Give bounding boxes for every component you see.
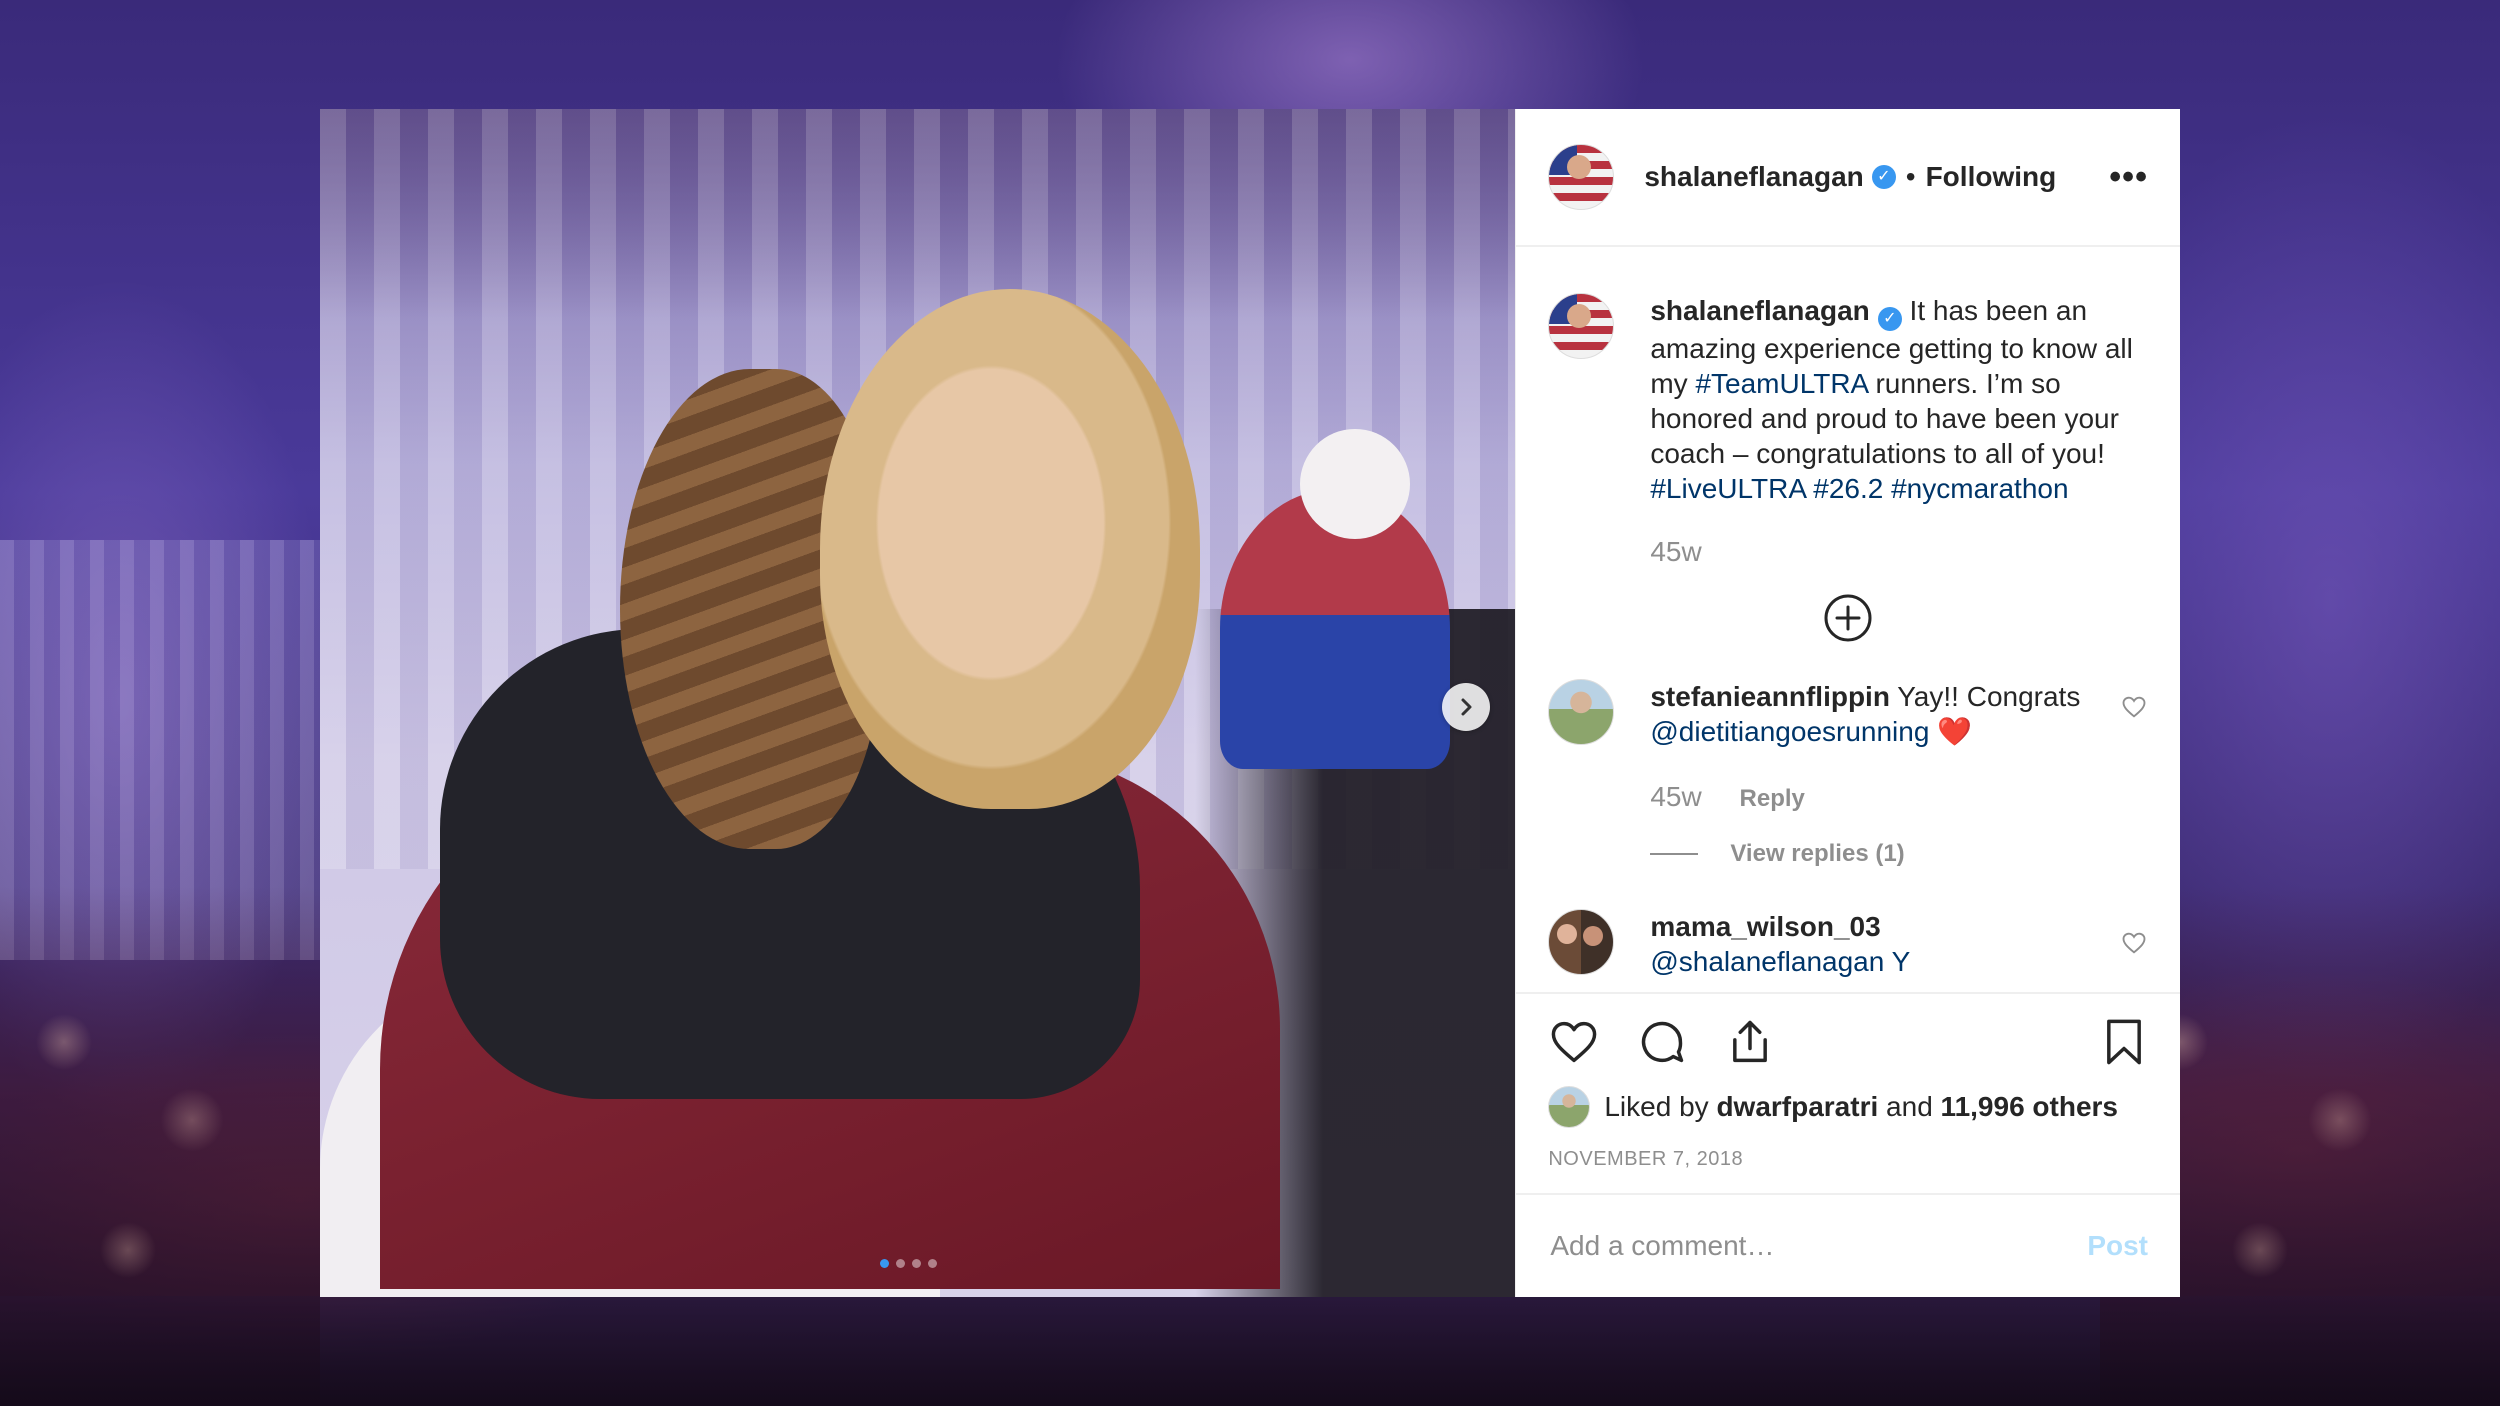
likes-prefix: Liked by — [1604, 1091, 1709, 1122]
red-heart-emoji: ❤️ — [1937, 716, 1973, 747]
comment-like-icon[interactable] — [2120, 929, 2148, 957]
post-modal: shalaneflanagan ✓ • Following ••• shalan… — [320, 109, 2180, 1297]
comment-icon[interactable] — [1636, 1016, 1688, 1068]
load-more-comments-button[interactable] — [1548, 593, 2148, 643]
carousel-indicator — [880, 1259, 937, 1268]
caption-timestamp[interactable]: 45w — [1650, 534, 2148, 569]
commenter-avatar[interactable] — [1548, 679, 1615, 745]
share-icon[interactable] — [1724, 1016, 1776, 1068]
add-comment-bar: Post — [1516, 1193, 2180, 1297]
commenter-avatar[interactable] — [1548, 909, 1615, 975]
separator-bullet: • — [1905, 161, 1916, 192]
view-replies-label: View replies (1) — [1730, 840, 1905, 867]
post-photo[interactable] — [320, 109, 1516, 1297]
comment-text: @shalaneflanagan Y — [1650, 946, 1911, 977]
hashtag-link[interactable]: #26.2 — [1813, 473, 1883, 504]
commenter-username[interactable]: mama_wilson_03 — [1650, 911, 1880, 942]
post-actions: Liked by dwarfparatri and 11,996 others … — [1516, 992, 2180, 1171]
bookmark-icon[interactable] — [2098, 1016, 2150, 1068]
verified-badge-icon: ✓ — [1871, 165, 1896, 189]
liker-avatar[interactable] — [1548, 1086, 1591, 1128]
carousel-next-button[interactable] — [1442, 683, 1490, 731]
post-date[interactable]: NOVEMBER 7, 2018 — [1548, 1148, 2150, 1171]
likes-others-link[interactable]: 11,996 others — [1941, 1091, 2118, 1122]
photo-pompom — [1300, 429, 1410, 539]
comment-timestamp[interactable]: 45w — [1650, 781, 1701, 812]
post-header: shalaneflanagan ✓ • Following ••• — [1516, 109, 2180, 247]
view-replies-button[interactable]: View replies (1) — [1650, 836, 2120, 871]
carousel-dot — [912, 1259, 921, 1268]
heart-icon[interactable] — [1548, 1016, 1600, 1068]
hashtag-link[interactable]: #TeamULTRA — [1695, 368, 1867, 399]
comment-like-icon[interactable] — [2120, 693, 2148, 721]
background-crowd-bottom — [0, 1296, 2500, 1406]
caption: shalaneflanagan ✓ It has been an amazing … — [1548, 293, 2148, 569]
photo-blond-hair — [820, 289, 1200, 809]
carousel-dot — [928, 1259, 937, 1268]
hashtag-link[interactable]: #LiveULTRA — [1650, 473, 1805, 504]
more-options-icon[interactable]: ••• — [2109, 158, 2148, 197]
caption-avatar[interactable] — [1548, 293, 1615, 359]
comment-input[interactable] — [1548, 1229, 2088, 1263]
plus-circle-icon — [1824, 594, 1872, 642]
commenter-username[interactable]: stefanieannflippin — [1650, 681, 1890, 712]
liker-username[interactable]: dwarfparatri — [1716, 1091, 1878, 1122]
carousel-dot — [896, 1259, 905, 1268]
carousel-dot — [880, 1259, 889, 1268]
verified-badge-icon: ✓ — [1877, 307, 1902, 331]
likes-summary: Liked by dwarfparatri and 11,996 others — [1548, 1086, 2150, 1128]
author-avatar[interactable] — [1548, 144, 1615, 210]
comment-text: Yay!! Congrats — [1889, 681, 2081, 712]
post-comment-button[interactable]: Post — [2087, 1230, 2148, 1262]
caption-username[interactable]: shalaneflanagan — [1650, 295, 1869, 326]
chevron-right-icon — [1461, 698, 1472, 716]
following-button[interactable]: Following — [1926, 161, 2057, 193]
mention-link[interactable]: @dietitiangoesrunning — [1650, 716, 1929, 747]
reply-button[interactable]: Reply — [1740, 785, 1805, 812]
post-sidebar: shalaneflanagan ✓ • Following ••• shalan… — [1515, 109, 2180, 1297]
author-username[interactable]: shalaneflanagan — [1644, 161, 1863, 193]
comments-section[interactable]: shalaneflanagan ✓ It has been an amazing … — [1516, 247, 2180, 992]
likes-and: and — [1886, 1091, 1933, 1122]
hashtag-link[interactable]: #nycmarathon — [1891, 473, 2068, 504]
comment-item: stefanieannflippin Yay!! Congrats @dieti… — [1548, 679, 2148, 871]
comment-item: mama_wilson_03 @shalaneflanagan Y — [1548, 909, 2148, 979]
replies-divider — [1650, 852, 1699, 855]
